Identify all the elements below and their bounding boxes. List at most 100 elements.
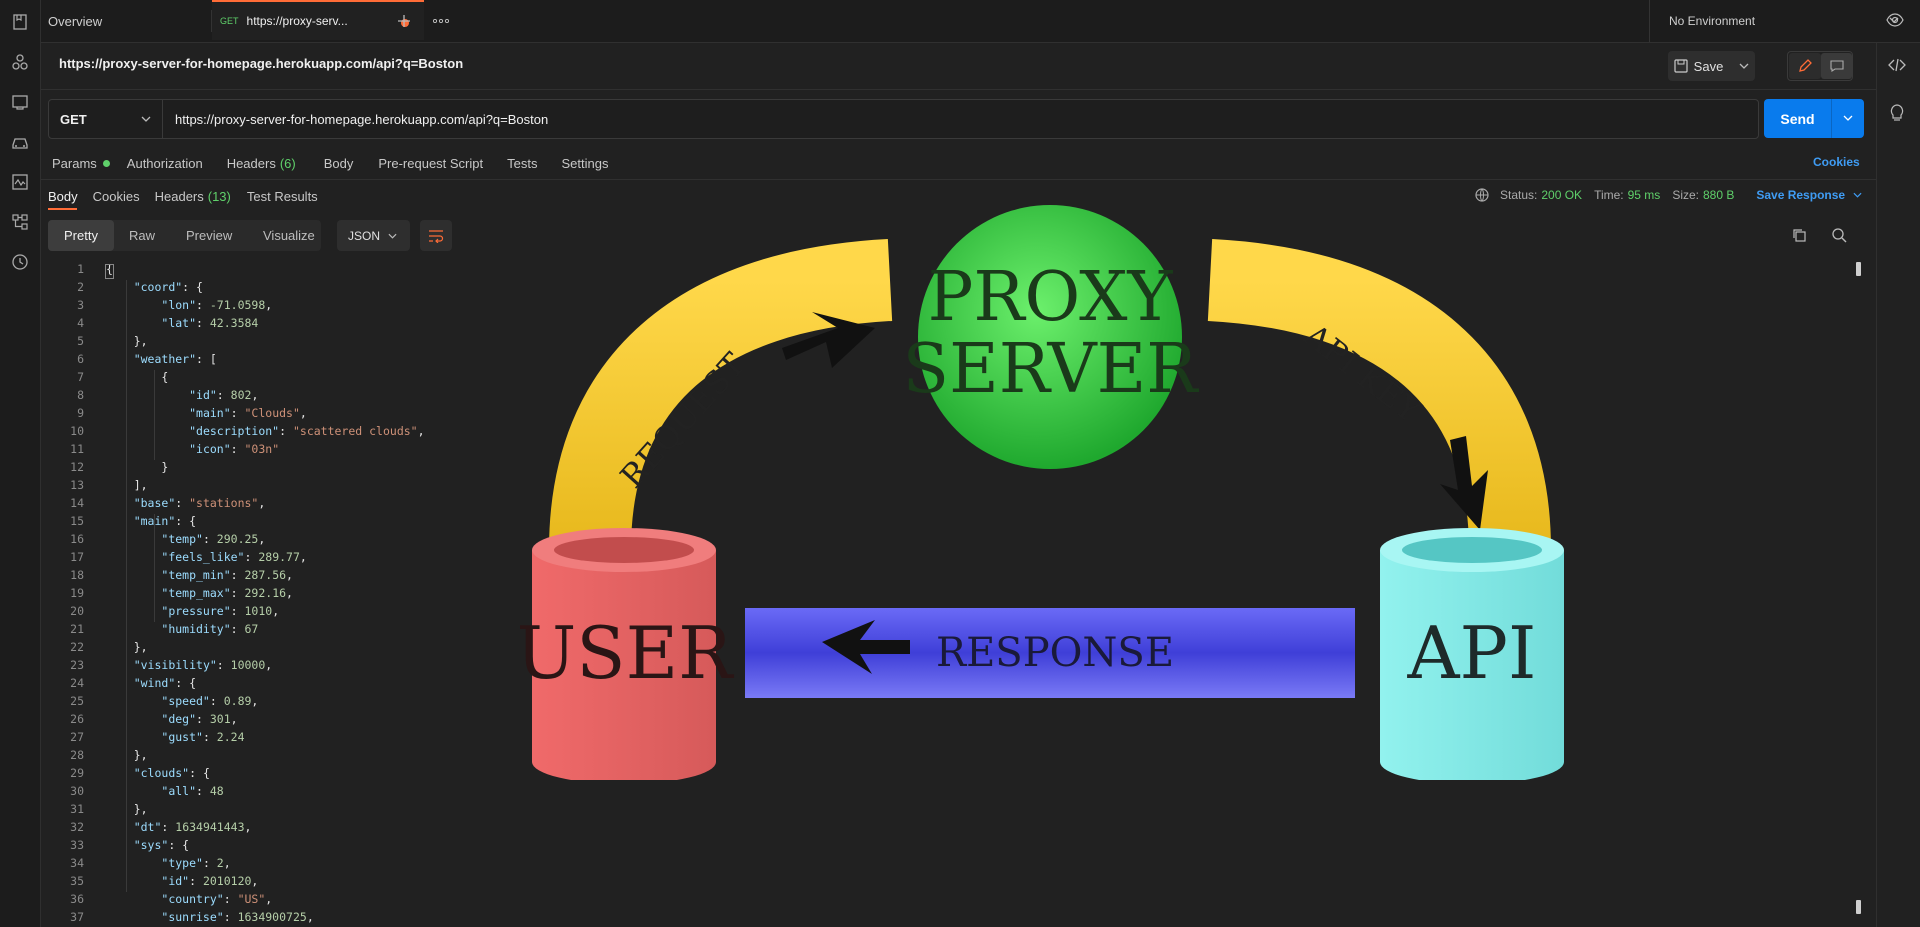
send-options-chevron-down-icon[interactable]: [1843, 115, 1853, 121]
code-line: "weather": [: [133, 352, 217, 366]
collections-icon[interactable]: [11, 13, 29, 31]
tab-authorization[interactable]: Authorization: [127, 156, 203, 171]
comments-button[interactable]: [1821, 53, 1852, 79]
indent-guide: [154, 514, 155, 622]
pencil-icon: [1799, 59, 1812, 72]
line-number: 27: [70, 730, 84, 744]
view-raw-button[interactable]: Raw: [129, 228, 155, 243]
line-number: 16: [70, 532, 84, 546]
active-response-tab-underline: [48, 208, 77, 210]
api-label: API: [1407, 611, 1537, 695]
code-line: "sunrise": 1634900725,: [161, 910, 314, 924]
user-label: USER: [520, 611, 734, 695]
code-line: "main": {: [134, 514, 197, 528]
code-snippet-icon[interactable]: [1888, 58, 1906, 72]
tab-title: https://proxy-serv...: [246, 14, 348, 28]
line-number: 3: [77, 298, 84, 312]
lightbulb-icon[interactable]: [1889, 104, 1905, 122]
code-line: "coord": {: [133, 280, 203, 294]
title-divider: [41, 89, 1876, 90]
send-divider: [1831, 99, 1832, 138]
more-tabs-icon[interactable]: [433, 19, 449, 23]
url-input[interactable]: https://proxy-server-for-homepage.heroku…: [175, 100, 548, 138]
code-line: "speed": 0.89,: [161, 694, 259, 708]
params-active-dot: [102, 159, 110, 167]
send-button[interactable]: Send: [1764, 99, 1864, 138]
tab-overview[interactable]: Overview: [48, 0, 102, 42]
line-number: 33: [70, 838, 84, 852]
request-bar: GET https://proxy-server-for-homepage.he…: [48, 99, 1759, 139]
line-number: 4: [77, 316, 84, 330]
code-line: "wind": {: [133, 676, 197, 690]
request-tabs: Params Authorization Headers (6) Body Pr…: [52, 153, 608, 173]
code-line: "visibility": 10000,: [133, 658, 273, 672]
line-number: 29: [70, 766, 84, 780]
save-button[interactable]: Save: [1668, 51, 1755, 81]
headers-count: (6): [279, 155, 296, 171]
method-selector[interactable]: GET: [49, 100, 163, 138]
environment-selector[interactable]: No Environment: [1669, 14, 1899, 28]
tab-body[interactable]: Body: [324, 156, 354, 171]
line-number: 9: [77, 406, 84, 420]
environment-quick-look-eye-icon[interactable]: [1886, 13, 1904, 27]
indent-guide: [154, 370, 155, 460]
mode-toggle-group: [1787, 51, 1853, 81]
response-headers-count: (13): [207, 188, 231, 204]
save-chevron-down-icon[interactable]: [1739, 63, 1749, 69]
tab-tests[interactable]: Tests: [507, 156, 537, 171]
code-line: "temp_max": 292.16,: [161, 586, 293, 600]
scrollbar-thumb[interactable]: [1856, 262, 1861, 276]
line-number: 8: [77, 388, 84, 402]
code-line: "feels_like": 289.77,: [161, 550, 307, 564]
wrap-lines-button[interactable]: [420, 220, 452, 251]
mock-servers-icon[interactable]: [11, 134, 29, 152]
tab-pre-request-script[interactable]: Pre-request Script: [378, 156, 483, 171]
save-response-button[interactable]: Save Response: [1756, 188, 1845, 202]
tab-settings[interactable]: Settings: [561, 156, 608, 171]
view-pretty-button[interactable]: Pretty: [48, 220, 114, 251]
method-chevron-down-icon: [141, 116, 151, 122]
request-title[interactable]: https://proxy-server-for-homepage.heroku…: [59, 56, 463, 71]
response-tab-headers[interactable]: Headers: [155, 189, 204, 204]
edit-mode-button[interactable]: [1789, 53, 1821, 79]
history-icon[interactable]: [11, 253, 29, 271]
save-response-chevron-icon[interactable]: [1853, 192, 1862, 198]
api-cylinder-opening: [1402, 537, 1542, 563]
time-value[interactable]: 95 ms: [1628, 188, 1661, 202]
format-selector[interactable]: JSON: [337, 220, 410, 251]
copy-icon[interactable]: [1791, 227, 1807, 243]
line-number: 35: [70, 874, 84, 888]
tab-headers[interactable]: Headers: [227, 156, 276, 171]
apis-icon[interactable]: [11, 53, 29, 71]
left-sidebar: [0, 0, 41, 927]
response-tab-body[interactable]: Body: [48, 189, 78, 204]
line-number: 28: [70, 748, 84, 762]
line-number: 37: [70, 910, 84, 924]
environments-icon[interactable]: [11, 93, 29, 111]
code-line: {: [106, 370, 169, 384]
monitors-icon[interactable]: [11, 173, 29, 191]
code-line: "dt": 1634941443,: [133, 820, 252, 834]
cookies-link[interactable]: Cookies: [1813, 155, 1860, 169]
code-line: }: [106, 460, 169, 474]
vertical-scrollbar[interactable]: [1856, 262, 1861, 922]
code-line: "all": 48: [161, 784, 224, 798]
comment-icon: [1830, 60, 1844, 72]
response-tab-cookies[interactable]: Cookies: [93, 189, 140, 204]
response-label: RESPONSE: [936, 630, 1174, 676]
view-visualize-button[interactable]: Visualize: [263, 228, 315, 243]
tab-method-badge: GET: [220, 16, 239, 26]
code-line: "country": "US",: [161, 892, 273, 906]
size-value[interactable]: 880 B: [1703, 188, 1734, 202]
response-tab-test-results[interactable]: Test Results: [247, 189, 318, 204]
search-icon[interactable]: [1831, 227, 1847, 243]
bracket-match-highlight: [105, 264, 114, 279]
tab-request[interactable]: GET https://proxy-serv...: [212, 0, 424, 40]
request-divider: [41, 179, 1876, 180]
flows-icon[interactable]: [11, 213, 29, 231]
tab-params[interactable]: Params: [52, 156, 97, 171]
new-tab-plus-icon[interactable]: [397, 14, 411, 28]
code-line: "icon": "03n": [189, 442, 280, 456]
code-line: "id": 802,: [189, 388, 259, 402]
view-preview-button[interactable]: Preview: [186, 228, 232, 243]
